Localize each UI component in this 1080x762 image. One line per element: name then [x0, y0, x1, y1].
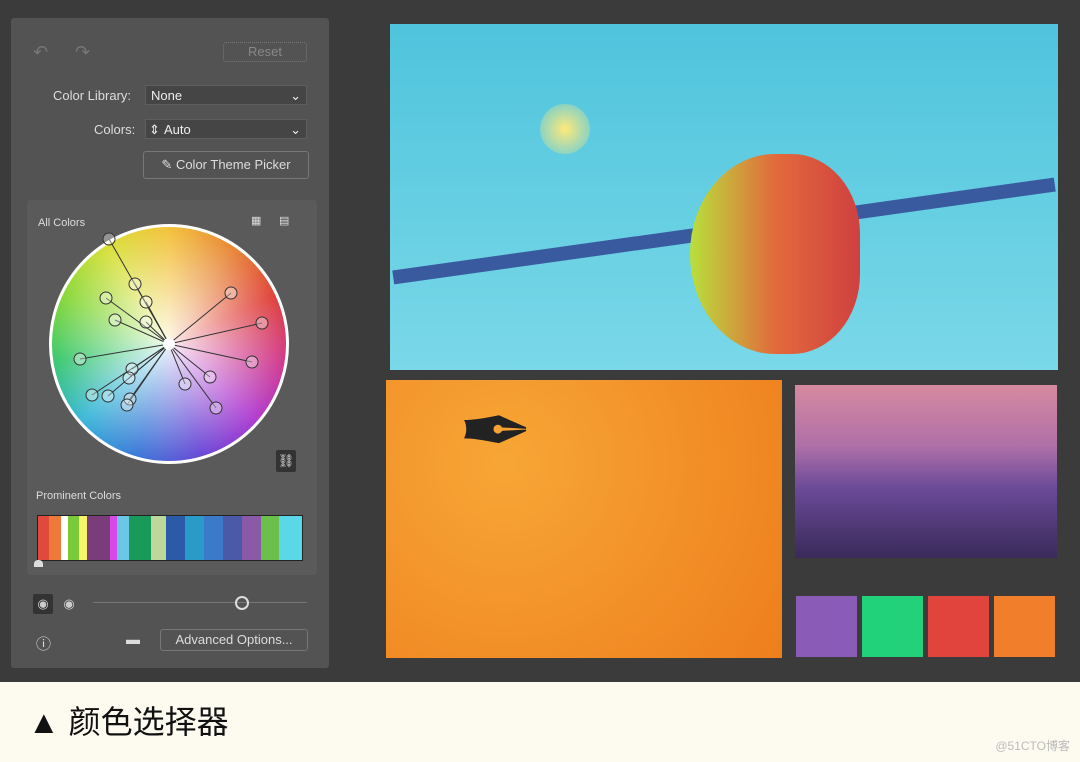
prominent-color-swatch[interactable]: [222, 516, 242, 560]
prominent-color-swatch[interactable]: [166, 516, 186, 560]
caption: ▲ 颜色选择器: [28, 704, 229, 740]
color-marker[interactable]: [101, 389, 115, 403]
prominent-color-swatch[interactable]: [151, 516, 167, 560]
color-marker[interactable]: [245, 355, 259, 369]
prominent-colors-handle[interactable]: [34, 560, 43, 567]
color-library-select[interactable]: None ⌄: [145, 85, 307, 105]
color-library-label: Color Library:: [53, 88, 132, 103]
color-marker[interactable]: [224, 286, 238, 300]
prominent-colors-bar[interactable]: [37, 515, 303, 561]
prominent-color-swatch[interactable]: [241, 516, 261, 560]
reset-button[interactable]: Reset: [223, 42, 307, 62]
folder-icon[interactable]: ▬: [126, 631, 140, 647]
harmony-line: [79, 343, 170, 360]
theme-swatch[interactable]: [928, 596, 989, 657]
prominent-colors-label: Prominent Colors: [36, 490, 121, 502]
firefly: [540, 104, 590, 154]
color-marker[interactable]: [209, 401, 223, 415]
colors-label: Colors:: [94, 122, 136, 137]
info-icon[interactable]: ⓘ: [36, 633, 51, 654]
prominent-color-swatch[interactable]: [128, 516, 152, 560]
color-theme-picker-button[interactable]: ✎ Color Theme Picker: [143, 151, 309, 179]
brightness-slider-track[interactable]: [93, 602, 307, 603]
chameleon-illustration[interactable]: [390, 24, 1058, 370]
color-marker[interactable]: [178, 377, 192, 391]
color-marker[interactable]: [139, 295, 153, 309]
harmony-line: [168, 322, 263, 345]
color-marker[interactable]: [128, 277, 142, 291]
eyedropper-cursor-icon: ✒: [458, 382, 534, 482]
canvas-area: ↶ ↷ Reset Color Library: None ⌄ Colors: ⇕…: [0, 0, 1080, 682]
prominent-color-swatch[interactable]: [109, 516, 118, 560]
chevron-down-icon: ⌄: [290, 122, 301, 137]
color-library-value: None: [151, 88, 183, 103]
prominent-color-swatch[interactable]: [279, 516, 302, 560]
prominent-color-swatch[interactable]: [38, 516, 50, 560]
watermark: @51CTO博客: [995, 739, 1070, 753]
color-marker[interactable]: [73, 352, 87, 366]
wheel-center-handle[interactable]: [163, 338, 175, 350]
theme-picker-label: Color Theme Picker: [175, 157, 291, 172]
color-marker[interactable]: [122, 371, 136, 385]
theme-swatch[interactable]: [796, 596, 857, 657]
mountain-photo[interactable]: [795, 385, 1057, 558]
harmony-line: [168, 292, 232, 345]
prominent-color-swatch[interactable]: [87, 516, 110, 560]
theme-swatch[interactable]: [862, 596, 923, 657]
color-marker[interactable]: [102, 232, 116, 246]
color-marker[interactable]: [203, 370, 217, 384]
chameleon: [690, 154, 860, 354]
color-marker[interactable]: [255, 316, 269, 330]
prominent-color-swatch[interactable]: [117, 516, 129, 560]
theme-swatch[interactable]: [994, 596, 1055, 657]
prominent-color-swatch[interactable]: [79, 516, 88, 560]
colors-select[interactable]: ⇕ Auto ⌄: [145, 119, 307, 139]
prominent-color-swatch[interactable]: [60, 516, 69, 560]
color-marker[interactable]: [85, 388, 99, 402]
prominent-color-swatch[interactable]: [203, 516, 223, 560]
brightness-slider-handle[interactable]: [235, 596, 249, 610]
chevron-down-icon: ⌄: [290, 88, 301, 103]
prominent-color-swatch[interactable]: [185, 516, 204, 560]
color-wheel-markers[interactable]: [49, 224, 289, 464]
advanced-options-button[interactable]: Advanced Options...: [160, 629, 308, 651]
color-marker[interactable]: [120, 398, 134, 412]
eyedropper-icon: ✎: [161, 157, 176, 172]
prominent-color-swatch[interactable]: [49, 516, 61, 560]
prominent-color-swatch[interactable]: [68, 516, 80, 560]
smooth-view-icon[interactable]: ◉: [59, 594, 79, 614]
color-marker[interactable]: [139, 315, 153, 329]
prominent-color-swatch[interactable]: [260, 516, 280, 560]
harmony-line: [168, 343, 253, 363]
radio-view-icon[interactable]: ◉: [33, 594, 53, 614]
color-marker[interactable]: [99, 291, 113, 305]
redo-icon[interactable]: ↷: [75, 42, 90, 63]
stepper-icon[interactable]: ⇕: [149, 120, 160, 140]
colors-value: Auto: [164, 122, 191, 137]
color-marker[interactable]: [108, 313, 122, 327]
undo-icon[interactable]: ↶: [33, 42, 48, 63]
